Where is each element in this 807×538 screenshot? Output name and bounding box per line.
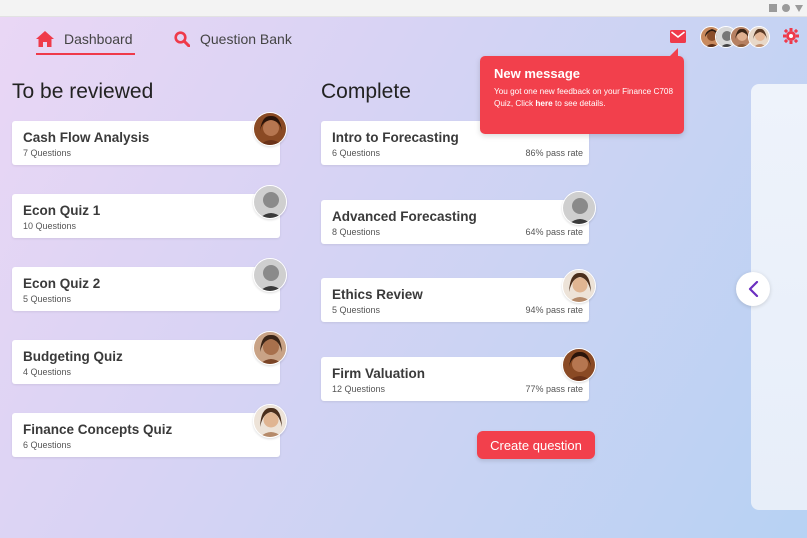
search-icon	[174, 31, 190, 47]
avatar	[253, 112, 287, 146]
complete-quiz-card[interactable]: Advanced Forecasting 8 Questions 64% pas…	[321, 200, 589, 244]
nav-question-bank-label: Question Bank	[200, 31, 292, 47]
complete-quiz-card[interactable]: Ethics Review 5 Questions 94% pass rate	[321, 278, 589, 322]
question-count: 4 Questions	[23, 367, 72, 377]
pass-rate: 64% pass rate	[525, 227, 583, 237]
question-count: 5 Questions	[332, 305, 381, 315]
quiz-title: Intro to Forecasting	[332, 130, 459, 145]
toast-here-link[interactable]: here	[535, 99, 552, 108]
active-tab-underline	[36, 53, 135, 55]
dropdown-icon[interactable]	[795, 5, 803, 12]
avatar	[253, 185, 287, 219]
review-quiz-card[interactable]: Econ Quiz 1 10 Questions	[12, 194, 280, 238]
home-icon	[36, 31, 54, 47]
expand-panel-button[interactable]	[736, 272, 770, 306]
question-count: 10 Questions	[23, 221, 77, 231]
complete-column-heading: Complete	[321, 80, 411, 103]
gear-icon[interactable]	[783, 28, 799, 44]
window-titlebar	[0, 0, 807, 17]
avatar	[748, 26, 770, 48]
quiz-title: Ethics Review	[332, 287, 423, 302]
quiz-title: Finance Concepts Quiz	[23, 422, 173, 437]
toast-body: You got one new feedback on your Finance…	[494, 86, 674, 110]
avatar	[562, 269, 596, 303]
pass-rate: 94% pass rate	[525, 305, 583, 315]
new-message-toast[interactable]: New message You got one new feedback on …	[480, 48, 684, 134]
maximize-icon[interactable]	[782, 4, 790, 12]
toast-body-text-end: to see details.	[552, 99, 606, 108]
avatar	[253, 404, 287, 438]
review-column-heading: To be reviewed	[12, 80, 154, 103]
create-question-button[interactable]: Create question	[477, 431, 595, 459]
question-count: 7 Questions	[23, 148, 72, 158]
mail-icon[interactable]	[670, 30, 686, 43]
nav-dashboard-label: Dashboard	[64, 31, 133, 47]
quiz-title: Econ Quiz 1	[23, 203, 101, 218]
avatar	[253, 331, 287, 365]
toast-title: New message	[494, 66, 580, 81]
chevron-left-icon	[748, 281, 759, 297]
avatar	[253, 258, 287, 292]
question-count: 6 Questions	[332, 148, 381, 158]
quiz-title: Advanced Forecasting	[332, 209, 477, 224]
quiz-title: Econ Quiz 2	[23, 276, 101, 291]
nav-question-bank[interactable]: Question Bank	[174, 27, 292, 51]
review-quiz-card[interactable]: Econ Quiz 2 5 Questions	[12, 267, 280, 311]
question-count: 8 Questions	[332, 227, 381, 237]
review-quiz-card[interactable]: Cash Flow Analysis 7 Questions	[12, 121, 280, 165]
question-count: 12 Questions	[332, 384, 386, 394]
minimize-icon[interactable]	[769, 4, 777, 12]
quiz-title: Budgeting Quiz	[23, 349, 123, 364]
review-quiz-card[interactable]: Finance Concepts Quiz 6 Questions	[12, 413, 280, 457]
collaborator-avatars[interactable]	[700, 26, 772, 48]
avatar	[562, 348, 596, 382]
pass-rate: 77% pass rate	[525, 384, 583, 394]
pass-rate: 86% pass rate	[525, 148, 583, 158]
question-count: 5 Questions	[23, 294, 72, 304]
avatar	[562, 191, 596, 225]
nav-dashboard[interactable]: Dashboard	[36, 27, 135, 55]
complete-quiz-card[interactable]: Firm Valuation 12 Questions 77% pass rat…	[321, 357, 589, 401]
quiz-title: Cash Flow Analysis	[23, 130, 150, 145]
review-quiz-card[interactable]: Budgeting Quiz 4 Questions	[12, 340, 280, 384]
quiz-title: Firm Valuation	[332, 366, 426, 381]
question-count: 6 Questions	[23, 440, 72, 450]
